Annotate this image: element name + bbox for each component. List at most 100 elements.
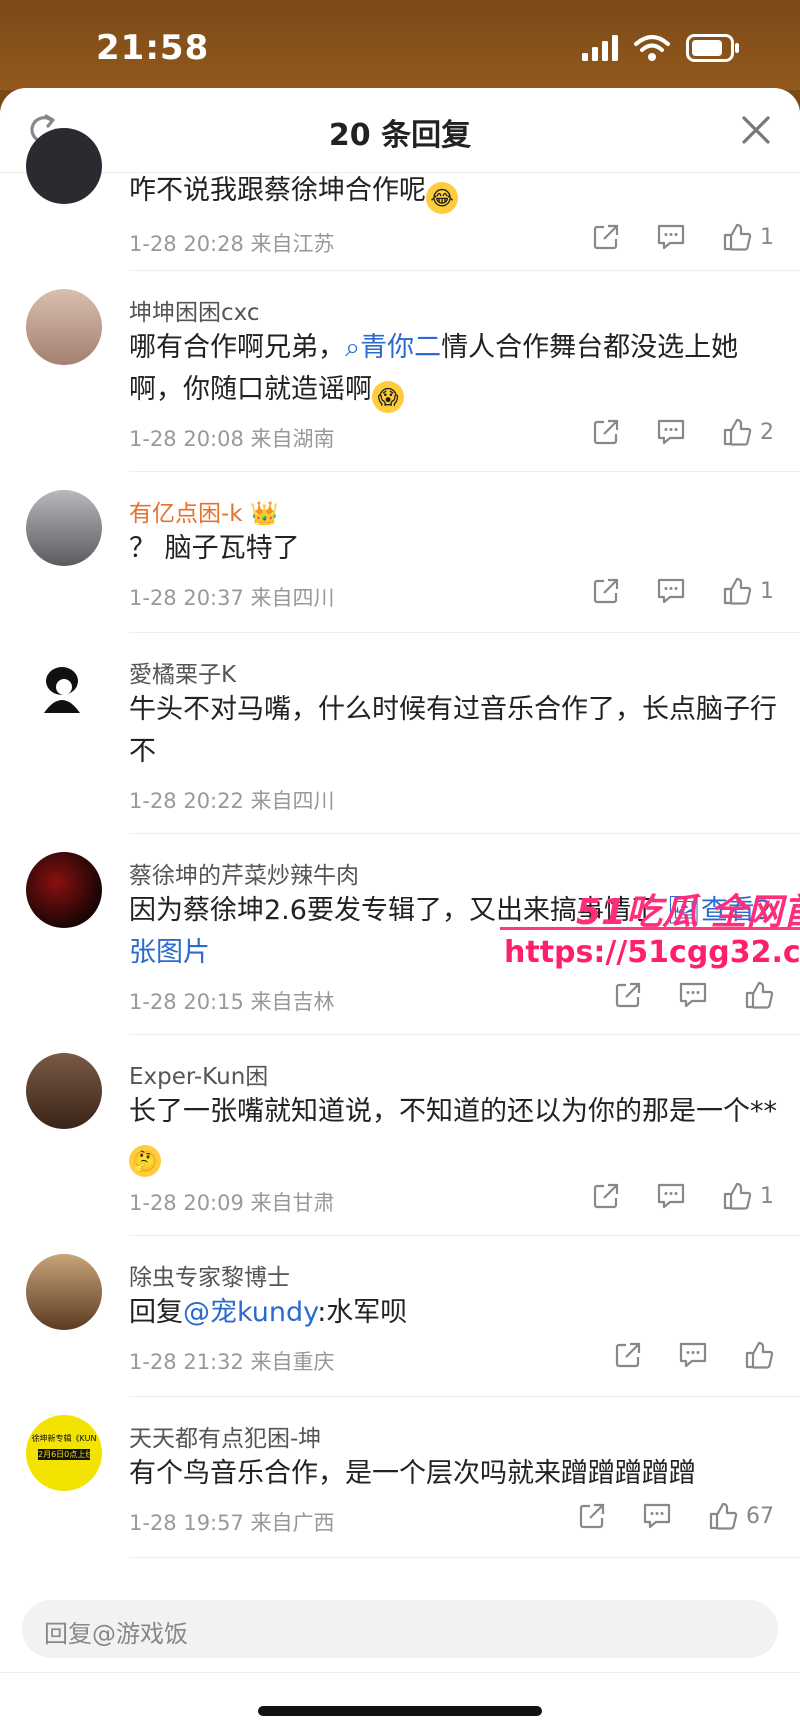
topic-link[interactable]: ⌕青你二 xyxy=(345,332,441,363)
comment-time: 1-28 20:15 xyxy=(129,990,244,1014)
mention-link[interactable]: @宠kundy xyxy=(183,1297,317,1328)
avatar[interactable] xyxy=(26,289,102,365)
comment-time: 1-28 19:57 xyxy=(129,1511,244,1535)
share-icon xyxy=(579,1503,605,1529)
commenter-name[interactable]: 除虫专家黎博士 xyxy=(129,1258,290,1292)
share-button[interactable] xyxy=(578,1502,606,1530)
thumbs-up-icon xyxy=(723,1182,752,1210)
like-button[interactable]: 2 xyxy=(722,417,774,447)
like-button[interactable]: 1 xyxy=(722,1181,774,1211)
search-icon: ⌕ xyxy=(345,332,361,363)
comment-button[interactable] xyxy=(642,1502,672,1530)
comment-location: 来自江苏 xyxy=(250,232,335,256)
comment-location: 来自四川 xyxy=(250,586,335,610)
reply-input[interactable]: 回复@游戏饭 xyxy=(22,1600,778,1658)
comment-location: 来自吉林 xyxy=(250,990,335,1014)
comment-item[interactable]: 愛橘栗子K 牛头不对马嘴，什么时候有过音乐合作了，长点脑子行不 1-28 20:… xyxy=(0,633,800,834)
share-icon xyxy=(593,419,619,445)
comment-item[interactable]: 有亿点困-k 👑 ？ 脑子瓦特了 1-28 20:37 来自四川 1 xyxy=(0,472,800,633)
thinking-emoji: 🤔 xyxy=(129,1145,161,1177)
avatar[interactable] xyxy=(26,1254,102,1330)
comment-icon xyxy=(657,419,685,445)
like-button[interactable]: 1 xyxy=(722,222,774,252)
comment-button[interactable] xyxy=(656,577,686,605)
share-button[interactable] xyxy=(614,981,642,1009)
comment-location: 来自重庆 xyxy=(250,1350,335,1374)
thumbs-up-icon xyxy=(723,577,752,605)
reply-bar-divider xyxy=(0,1672,800,1673)
commenter-name[interactable]: 坤坤困困cxc xyxy=(129,293,260,327)
share-button[interactable] xyxy=(592,577,620,605)
share-button[interactable] xyxy=(614,1341,642,1369)
comment-item[interactable]: 徐坤新专辑《KUN 2月6日0点上线 天天都有点犯困-坤 有个鸟音乐合作，是一个… xyxy=(0,1397,800,1558)
watermark-line xyxy=(500,927,800,930)
avatar[interactable] xyxy=(26,128,102,204)
thumbs-up-icon xyxy=(709,1502,738,1530)
wifi-icon xyxy=(634,35,670,61)
like-button[interactable]: 67 xyxy=(708,1501,774,1531)
comment-meta: 1-28 20:28 来自江苏 xyxy=(129,228,335,258)
share-icon xyxy=(593,1183,619,1209)
avatar[interactable] xyxy=(26,1053,102,1129)
avatar[interactable]: 徐坤新专辑《KUN 2月6日0点上线 xyxy=(26,1415,102,1491)
close-icon[interactable] xyxy=(736,110,776,150)
laugh-cry-emoji: 😂 xyxy=(426,182,458,214)
like-button[interactable] xyxy=(744,980,774,1010)
like-count: 67 xyxy=(746,1503,774,1529)
comment-icon xyxy=(643,1503,671,1529)
comment-time: 1-28 21:32 xyxy=(129,1350,244,1374)
thumbs-up-icon xyxy=(745,981,774,1009)
home-indicator xyxy=(258,1706,542,1716)
battery-icon xyxy=(686,34,739,62)
comment-item[interactable]: 除虫专家黎博士 回复@宠kundy:水军呗 1-28 21:32 来自重庆 xyxy=(0,1236,800,1397)
thumbs-up-icon xyxy=(723,223,752,251)
divider xyxy=(129,1557,800,1558)
comment-button[interactable] xyxy=(678,981,708,1009)
comment-button[interactable] xyxy=(656,1182,686,1210)
avatar[interactable] xyxy=(26,852,102,928)
avatar-text-line1: 徐坤新专辑《KUN xyxy=(31,1434,97,1443)
comment-actions xyxy=(614,980,774,1010)
share-button[interactable] xyxy=(592,418,620,446)
share-button[interactable] xyxy=(592,1182,620,1210)
replies-sheet: 20 条回复 咋不说我跟蔡徐坤合作呢 😂 1-28 20:28 来自江苏 1 坤… xyxy=(0,88,800,1732)
comment-location: 来自广西 xyxy=(250,1511,335,1535)
commenter-name[interactable]: Exper-Kun困 xyxy=(129,1057,268,1091)
avatar-text-line2: 2月6日0点上线 xyxy=(38,1449,90,1460)
share-icon xyxy=(615,1342,641,1368)
comment-actions: 2 xyxy=(592,417,774,447)
comment-meta: 1-28 19:57 来自广西 xyxy=(129,1507,335,1537)
avatar[interactable] xyxy=(26,651,102,727)
comment-button[interactable] xyxy=(656,223,686,251)
share-icon xyxy=(593,224,619,250)
commenter-name[interactable]: 有亿点困-k 👑 xyxy=(129,494,279,528)
watermark: 51吃瓜 全网首发 https://51cgg32.com xyxy=(500,883,800,983)
commenter-name[interactable]: 蔡徐坤的芹菜炒辣牛肉 xyxy=(129,856,359,890)
thumbs-up-icon xyxy=(723,418,752,446)
like-button[interactable]: 1 xyxy=(722,576,774,606)
commenter-name[interactable]: 天天都有点犯困-坤 xyxy=(129,1419,321,1453)
comment-location: 来自湖南 xyxy=(250,427,335,451)
like-count: 1 xyxy=(760,224,774,250)
comment-meta: 1-28 20:09 来自甘肃 xyxy=(129,1187,335,1217)
comment-actions: 1 xyxy=(592,1181,774,1211)
watermark-url: https://51cgg32.com xyxy=(504,935,800,970)
comment-meta: 1-28 21:32 来自重庆 xyxy=(129,1346,335,1376)
avatar[interactable] xyxy=(26,490,102,566)
comment-icon xyxy=(657,224,685,250)
comment-button[interactable] xyxy=(656,418,686,446)
share-button[interactable] xyxy=(592,223,620,251)
commenter-name[interactable]: 愛橘栗子K xyxy=(129,655,236,689)
comment-text: 牛头不对马嘴，什么时候有过音乐合作了，长点脑子行不 xyxy=(129,694,777,767)
comment-icon xyxy=(657,1183,685,1209)
comment-item[interactable]: 坤坤困困cxc 哪有合作啊兄弟，⌕青你二情人合作舞台都没选上她啊，你随口就造谣啊… xyxy=(0,271,800,472)
like-count: 2 xyxy=(760,419,774,445)
comment-meta: 1-28 20:15 来自吉林 xyxy=(129,986,335,1016)
comment-actions: 1 xyxy=(592,576,774,606)
sheet-title: 20 条回复 xyxy=(328,118,472,153)
comment-button[interactable] xyxy=(678,1341,708,1369)
thumbs-up-icon xyxy=(745,1341,774,1369)
like-button[interactable] xyxy=(744,1340,774,1370)
comment-time: 1-28 20:08 xyxy=(129,427,244,451)
comment-item[interactable]: Exper-Kun困 长了一张嘴就知道说，不知道的还以为你的那是一个**🤔 1-… xyxy=(0,1035,800,1236)
